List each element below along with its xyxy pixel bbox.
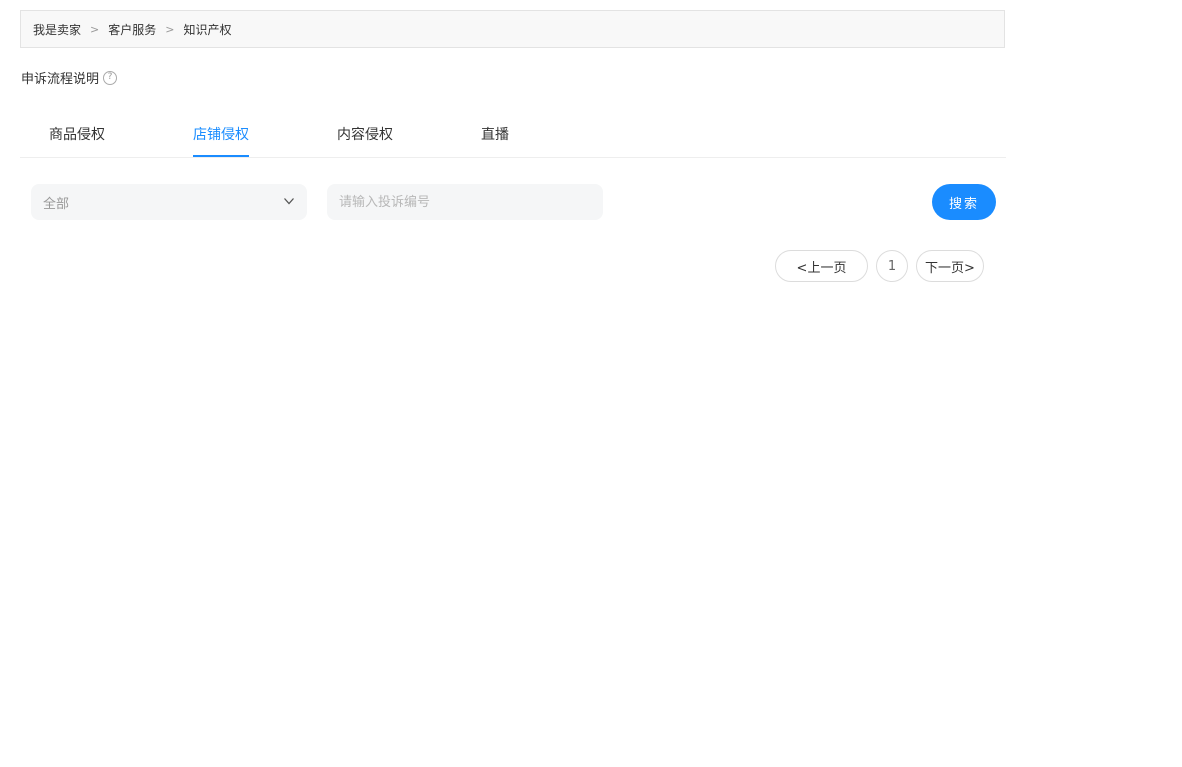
tab-content-infringement[interactable]: 内容侵权 [337,116,393,157]
breadcrumb-item-customer-service[interactable]: 客户服务 [108,21,156,38]
tab-live[interactable]: 直播 [481,116,509,157]
breadcrumb: 我是卖家 > 客户服务 > 知识产权 [20,10,1005,48]
breadcrumb-item-ip: 知识产权 [183,22,232,37]
tab-store-infringement[interactable]: 店铺侵权 [193,116,249,157]
help-icon[interactable]: ? [103,70,118,85]
tab-bar: 商品侵权 店铺侵权 内容侵权 直播 [20,116,1006,158]
appeal-process-label: 申诉流程说明 [21,72,100,87]
page-number-button[interactable]: 1 [876,250,908,282]
prev-page-button[interactable]: <上一页 [775,250,868,282]
search-button[interactable]: 搜索 [932,184,996,220]
complaint-number-input[interactable] [327,184,603,220]
appeal-process-row: 申诉流程说明 ? [21,68,118,87]
breadcrumb-item-seller[interactable]: 我是卖家 [33,21,81,38]
tab-product-infringement[interactable]: 商品侵权 [49,116,105,157]
next-page-button[interactable]: 下一页> [916,250,984,282]
chevron-down-icon [284,198,294,205]
breadcrumb-separator: > [165,22,175,36]
type-select[interactable]: 全部 [31,184,307,220]
breadcrumb-separator: > [90,22,100,36]
type-select-value: 全部 [43,196,70,212]
